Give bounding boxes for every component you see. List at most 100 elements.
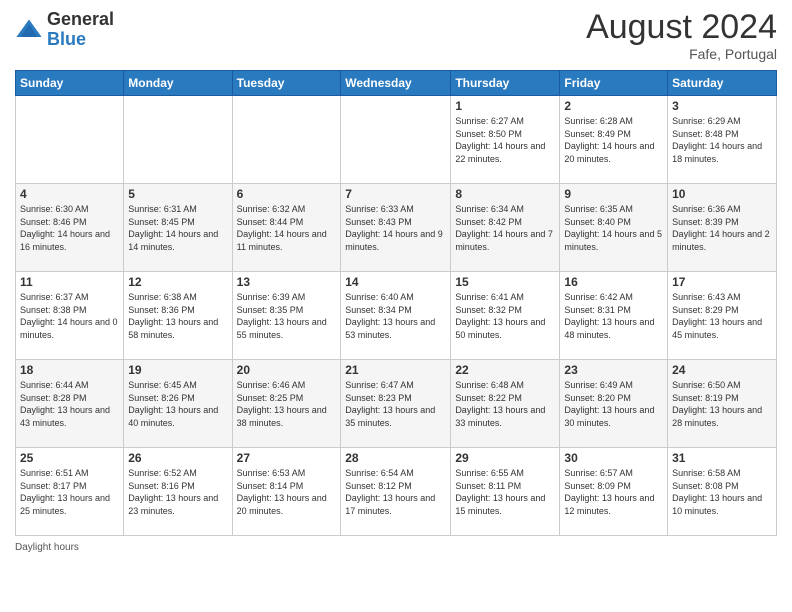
day-number: 17 bbox=[672, 275, 772, 289]
day-number: 26 bbox=[128, 451, 227, 465]
day-number: 1 bbox=[455, 99, 555, 113]
calendar-cell: 9 Sunrise: 6:35 AM Sunset: 8:40 PM Daylig… bbox=[560, 184, 668, 272]
calendar-week-row: 18 Sunrise: 6:44 AM Sunset: 8:28 PM Dayli… bbox=[16, 360, 777, 448]
calendar-day-header: Tuesday bbox=[232, 71, 341, 96]
day-info: Sunrise: 6:46 AM Sunset: 8:25 PM Dayligh… bbox=[237, 379, 337, 429]
calendar-week-row: 4 Sunrise: 6:30 AM Sunset: 8:46 PM Daylig… bbox=[16, 184, 777, 272]
day-info: Sunrise: 6:31 AM Sunset: 8:45 PM Dayligh… bbox=[128, 203, 227, 253]
day-number: 22 bbox=[455, 363, 555, 377]
page: General Blue August 2024 Fafe, Portugal … bbox=[0, 0, 792, 612]
day-number: 3 bbox=[672, 99, 772, 113]
calendar-cell bbox=[124, 96, 232, 184]
calendar-day-header: Sunday bbox=[16, 71, 124, 96]
day-number: 15 bbox=[455, 275, 555, 289]
day-info: Sunrise: 6:33 AM Sunset: 8:43 PM Dayligh… bbox=[345, 203, 446, 253]
month-year: August 2024 bbox=[586, 10, 777, 44]
calendar-cell: 17 Sunrise: 6:43 AM Sunset: 8:29 PM Dayli… bbox=[668, 272, 777, 360]
calendar-cell: 16Sunrise: 6:42 AM Sunset: 8:31 PM Dayli… bbox=[560, 272, 668, 360]
day-info: Sunrise: 6:39 AM Sunset: 8:35 PM Dayligh… bbox=[237, 291, 337, 341]
day-number: 7 bbox=[345, 187, 446, 201]
day-number: 11 bbox=[20, 275, 119, 289]
day-info: Sunrise: 6:57 AM Sunset: 8:09 PM Dayligh… bbox=[564, 467, 663, 517]
calendar-day-header: Monday bbox=[124, 71, 232, 96]
day-info: Sunrise: 6:37 AM Sunset: 8:38 PM Dayligh… bbox=[20, 291, 119, 341]
day-info: Sunrise: 6:54 AM Sunset: 8:12 PM Dayligh… bbox=[345, 467, 446, 517]
day-number: 13 bbox=[237, 275, 337, 289]
calendar-cell: 26 Sunrise: 6:52 AM Sunset: 8:16 PM Dayli… bbox=[124, 448, 232, 536]
calendar-cell: 7 Sunrise: 6:33 AM Sunset: 8:43 PM Daylig… bbox=[341, 184, 451, 272]
calendar-cell: 27Sunrise: 6:53 AM Sunset: 8:14 PM Dayli… bbox=[232, 448, 341, 536]
day-info: Sunrise: 6:51 AM Sunset: 8:17 PM Dayligh… bbox=[20, 467, 119, 517]
day-number: 19 bbox=[128, 363, 227, 377]
logo-icon bbox=[15, 16, 43, 44]
day-info: Sunrise: 6:55 AM Sunset: 8:11 PM Dayligh… bbox=[455, 467, 555, 517]
day-number: 14 bbox=[345, 275, 446, 289]
day-info: Sunrise: 6:47 AM Sunset: 8:23 PM Dayligh… bbox=[345, 379, 446, 429]
calendar-cell: 6 Sunrise: 6:32 AM Sunset: 8:44 PM Daylig… bbox=[232, 184, 341, 272]
calendar-cell: 25 Sunrise: 6:51 AM Sunset: 8:17 PM Dayli… bbox=[16, 448, 124, 536]
calendar-week-row: 25 Sunrise: 6:51 AM Sunset: 8:17 PM Dayli… bbox=[16, 448, 777, 536]
calendar-cell bbox=[232, 96, 341, 184]
calendar-cell bbox=[341, 96, 451, 184]
day-info: Sunrise: 6:44 AM Sunset: 8:28 PM Dayligh… bbox=[20, 379, 119, 429]
day-number: 24 bbox=[672, 363, 772, 377]
day-number: 25 bbox=[20, 451, 119, 465]
day-info: Sunrise: 6:52 AM Sunset: 8:16 PM Dayligh… bbox=[128, 467, 227, 517]
calendar-cell: 3 Sunrise: 6:29 AM Sunset: 8:48 PM Daylig… bbox=[668, 96, 777, 184]
footer: Daylight hours bbox=[15, 542, 777, 553]
calendar-cell: 15 Sunrise: 6:41 AM Sunset: 8:32 PM Dayli… bbox=[451, 272, 560, 360]
calendar-week-row: 11 Sunrise: 6:37 AM Sunset: 8:38 PM Dayli… bbox=[16, 272, 777, 360]
day-number: 6 bbox=[237, 187, 337, 201]
day-info: Sunrise: 6:43 AM Sunset: 8:29 PM Dayligh… bbox=[672, 291, 772, 341]
day-number: 18 bbox=[20, 363, 119, 377]
calendar-cell: 20 Sunrise: 6:46 AM Sunset: 8:25 PM Dayli… bbox=[232, 360, 341, 448]
calendar-cell: 11 Sunrise: 6:37 AM Sunset: 8:38 PM Dayli… bbox=[16, 272, 124, 360]
day-number: 28 bbox=[345, 451, 446, 465]
calendar-cell: 22Sunrise: 6:48 AM Sunset: 8:22 PM Dayli… bbox=[451, 360, 560, 448]
day-info: Sunrise: 6:36 AM Sunset: 8:39 PM Dayligh… bbox=[672, 203, 772, 253]
day-info: Sunrise: 6:34 AM Sunset: 8:42 PM Dayligh… bbox=[455, 203, 555, 253]
calendar-cell bbox=[16, 96, 124, 184]
logo-blue-text: Blue bbox=[47, 30, 114, 50]
day-info: Sunrise: 6:41 AM Sunset: 8:32 PM Dayligh… bbox=[455, 291, 555, 341]
day-info: Sunrise: 6:29 AM Sunset: 8:48 PM Dayligh… bbox=[672, 115, 772, 165]
day-number: 29 bbox=[455, 451, 555, 465]
calendar-cell: 1 Sunrise: 6:27 AM Sunset: 8:50 PM Daylig… bbox=[451, 96, 560, 184]
day-number: 30 bbox=[564, 451, 663, 465]
calendar-day-header: Thursday bbox=[451, 71, 560, 96]
calendar-cell: 19 Sunrise: 6:45 AM Sunset: 8:26 PM Dayli… bbox=[124, 360, 232, 448]
day-info: Sunrise: 6:38 AM Sunset: 8:36 PM Dayligh… bbox=[128, 291, 227, 341]
calendar-cell: 30 Sunrise: 6:57 AM Sunset: 8:09 PM Dayli… bbox=[560, 448, 668, 536]
day-info: Sunrise: 6:35 AM Sunset: 8:40 PM Dayligh… bbox=[564, 203, 663, 253]
calendar-cell: 14Sunrise: 6:40 AM Sunset: 8:34 PM Dayli… bbox=[341, 272, 451, 360]
day-info: Sunrise: 6:42 AM Sunset: 8:31 PM Dayligh… bbox=[564, 291, 663, 341]
calendar-cell: 18 Sunrise: 6:44 AM Sunset: 8:28 PM Dayli… bbox=[16, 360, 124, 448]
calendar-cell: 21Sunrise: 6:47 AM Sunset: 8:23 PM Dayli… bbox=[341, 360, 451, 448]
calendar-cell: 12Sunrise: 6:38 AM Sunset: 8:36 PM Dayli… bbox=[124, 272, 232, 360]
calendar-cell: 4 Sunrise: 6:30 AM Sunset: 8:46 PM Daylig… bbox=[16, 184, 124, 272]
calendar-cell: 31Sunrise: 6:58 AM Sunset: 8:08 PM Dayli… bbox=[668, 448, 777, 536]
day-info: Sunrise: 6:27 AM Sunset: 8:50 PM Dayligh… bbox=[455, 115, 555, 165]
day-info: Sunrise: 6:58 AM Sunset: 8:08 PM Dayligh… bbox=[672, 467, 772, 517]
day-number: 20 bbox=[237, 363, 337, 377]
calendar-cell: 13 Sunrise: 6:39 AM Sunset: 8:35 PM Dayli… bbox=[232, 272, 341, 360]
day-info: Sunrise: 6:45 AM Sunset: 8:26 PM Dayligh… bbox=[128, 379, 227, 429]
logo-general-text: General bbox=[47, 10, 114, 30]
day-info: Sunrise: 6:32 AM Sunset: 8:44 PM Dayligh… bbox=[237, 203, 337, 253]
calendar-cell: 5 Sunrise: 6:31 AM Sunset: 8:45 PM Daylig… bbox=[124, 184, 232, 272]
calendar: SundayMondayTuesdayWednesdayThursdayFrid… bbox=[15, 70, 777, 536]
day-number: 27 bbox=[237, 451, 337, 465]
calendar-cell: 23Sunrise: 6:49 AM Sunset: 8:20 PM Dayli… bbox=[560, 360, 668, 448]
day-number: 4 bbox=[20, 187, 119, 201]
day-number: 23 bbox=[564, 363, 663, 377]
calendar-day-header: Friday bbox=[560, 71, 668, 96]
title-area: August 2024 Fafe, Portugal bbox=[586, 10, 777, 62]
header: General Blue August 2024 Fafe, Portugal bbox=[15, 10, 777, 62]
day-number: 5 bbox=[128, 187, 227, 201]
day-number: 9 bbox=[564, 187, 663, 201]
day-number: 8 bbox=[455, 187, 555, 201]
calendar-cell: 24Sunrise: 6:50 AM Sunset: 8:19 PM Dayli… bbox=[668, 360, 777, 448]
day-info: Sunrise: 6:30 AM Sunset: 8:46 PM Dayligh… bbox=[20, 203, 119, 253]
logo-text: General Blue bbox=[47, 10, 114, 50]
calendar-cell: 10Sunrise: 6:36 AM Sunset: 8:39 PM Dayli… bbox=[668, 184, 777, 272]
